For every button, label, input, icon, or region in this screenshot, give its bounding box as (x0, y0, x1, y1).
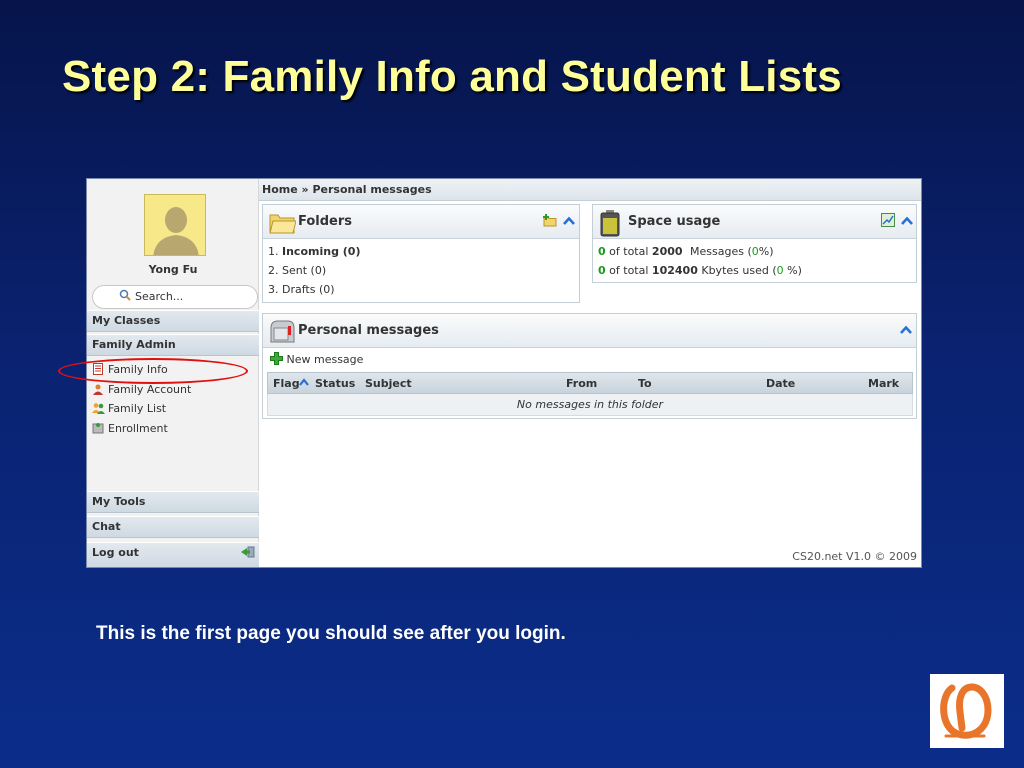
folders-title: Folders (298, 214, 353, 229)
folders-icon (268, 209, 297, 238)
column-status[interactable]: Status (315, 377, 355, 390)
slide-title: Step 2: Family Info and Student Lists (62, 52, 842, 101)
avatar[interactable] (144, 194, 206, 256)
empty-folder-message: No messages in this folder (267, 394, 913, 416)
plus-icon (270, 352, 283, 368)
account-icon (92, 383, 105, 395)
search-placeholder: Search... (135, 290, 184, 303)
sidebar-item-enrollment[interactable]: Enrollment (92, 422, 168, 438)
breadcrumb: Home » Personal messages (259, 179, 921, 201)
search-icon (119, 289, 131, 304)
logout-label: Log out (92, 546, 139, 559)
folder-num: 1. (268, 245, 279, 258)
unit-text: Kbytes used ( (701, 264, 777, 277)
sidebar-item-family-account[interactable]: Family Account (92, 383, 191, 399)
users-icon (92, 402, 105, 414)
space-usage-messages: 0 of total 2000 Messages (0%) (598, 245, 774, 258)
user-name: Yong Fu (148, 263, 198, 276)
column-from[interactable]: From (566, 377, 597, 390)
folders-panel: Folders 1. Incoming (0) 2. Sent (0) 3. D… (262, 204, 580, 303)
highlight-annotation (58, 358, 248, 384)
folder-label: Drafts (0) (282, 283, 335, 296)
mailbox-icon (268, 318, 296, 347)
sidebar-item-label: Enrollment (108, 422, 168, 435)
column-subject[interactable]: Subject (365, 377, 412, 390)
space-usage-kbytes: 0 of total 102400 Kbytes used (0 %) (598, 264, 802, 277)
used-count: 0 (598, 245, 606, 258)
new-message-button[interactable]: New message (270, 352, 363, 368)
column-mark[interactable]: Mark (868, 377, 899, 390)
folder-label: Incoming (0) (282, 245, 361, 258)
percent-value: 0 (776, 264, 784, 277)
space-usage-panel: Space usage 0 of total 2000 Messages (0%… (592, 204, 917, 283)
column-flag[interactable]: Flag (273, 377, 300, 390)
prefix-text: of total (609, 264, 649, 277)
folder-item-sent[interactable]: 2. Sent (0) (268, 264, 326, 277)
collapse-folders-icon[interactable] (562, 214, 576, 228)
prefix-text: of total (609, 245, 649, 258)
footer-copyright: CS20.net V1.0 © 2009 (792, 550, 917, 563)
enrollment-icon (92, 422, 105, 434)
sidebar-section-my-tools[interactable]: My Tools (87, 491, 259, 513)
total-count: 102400 (651, 264, 698, 277)
sidebar-item-family-list[interactable]: Family List (92, 402, 166, 418)
folder-num: 2. (268, 264, 279, 277)
folder-item-drafts[interactable]: 3. Drafts (0) (268, 283, 335, 296)
column-date[interactable]: Date (766, 377, 795, 390)
folder-num: 3. (268, 283, 279, 296)
used-count: 0 (598, 264, 606, 277)
chart-icon[interactable] (881, 213, 895, 227)
add-folder-icon[interactable] (543, 213, 557, 227)
logo (930, 674, 1004, 748)
total-count: 2000 (651, 245, 683, 258)
personal-messages-panel: Personal messages New message Flag Statu… (262, 313, 917, 419)
collapse-messages-icon[interactable] (899, 323, 913, 337)
search-input[interactable]: Search... (92, 285, 258, 309)
battery-icon (598, 209, 622, 240)
space-usage-title: Space usage (628, 214, 721, 229)
column-to[interactable]: To (638, 377, 652, 390)
collapse-space-usage-icon[interactable] (900, 214, 914, 228)
logout-button[interactable]: Log out (87, 542, 259, 567)
unit-text: Messages ( (690, 245, 752, 258)
logout-icon (240, 546, 255, 561)
sidebar-section-my-classes[interactable]: My Classes (87, 310, 259, 332)
folder-label: Sent (0) (282, 264, 327, 277)
folder-item-incoming[interactable]: 1. Incoming (0) (268, 245, 360, 258)
sidebar-item-label: Family Account (108, 383, 192, 396)
slide-caption: This is the first page you should see af… (96, 623, 566, 644)
sidebar-section-family-admin[interactable]: Family Admin (87, 334, 259, 356)
sidebar-item-label: Family List (108, 402, 167, 415)
new-message-label: New message (286, 353, 364, 366)
personal-messages-title: Personal messages (298, 323, 439, 338)
percent-value: 0 (751, 245, 759, 258)
sort-ascending-icon[interactable] (299, 377, 309, 390)
suffix-text: %) (783, 264, 802, 277)
suffix-text: %) (758, 245, 774, 258)
sidebar-section-chat[interactable]: Chat (87, 516, 259, 538)
messages-table-header: Flag Status Subject From To Date Mark (267, 372, 913, 394)
